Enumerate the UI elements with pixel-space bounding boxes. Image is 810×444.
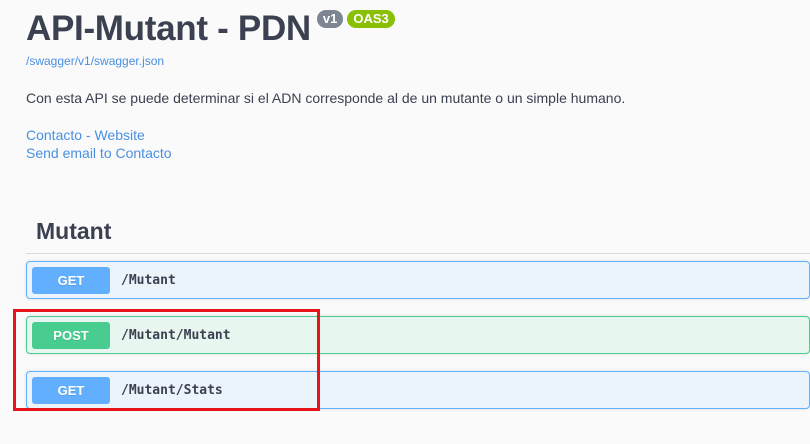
operation-path: /Mutant/Stats <box>121 382 223 398</box>
tag-name: Mutant <box>36 217 112 244</box>
tag-header[interactable]: Mutant <box>26 207 810 254</box>
api-info: API-Mutant - PDN v1 OAS3 /swagger/v1/swa… <box>26 0 810 162</box>
api-description: Con esta API se puede determinar si el A… <box>26 90 626 106</box>
version-badge: v1 <box>316 10 344 28</box>
method-badge-get: GET <box>32 266 110 294</box>
operation-get-stats[interactable]: GET /Mutant/Stats <box>26 371 810 409</box>
operation-post-mutant[interactable]: POST /Mutant/Mutant <box>26 316 810 354</box>
method-badge-post: POST <box>32 321 110 349</box>
method-badge-get: GET <box>32 376 110 404</box>
operation-get-mutant[interactable]: GET /Mutant <box>26 261 810 299</box>
tag-section-mutant: Mutant GET /Mutant POST /Mutant/Mutant G… <box>26 207 810 409</box>
operation-path: /Mutant <box>121 272 176 288</box>
page-title: API-Mutant - PDN <box>26 9 311 48</box>
oas-badge: OAS3 <box>347 10 395 28</box>
contact-email-link[interactable]: Send email to Contacto <box>26 144 810 162</box>
title-row: API-Mutant - PDN v1 OAS3 <box>26 0 810 52</box>
spec-url-link[interactable]: /swagger/v1/swagger.json <box>26 54 810 68</box>
operation-path: /Mutant/Mutant <box>121 327 231 343</box>
contact-website-link[interactable]: Contacto - Website <box>26 126 810 144</box>
contact-links: Contacto - Website Send email to Contact… <box>26 126 810 162</box>
